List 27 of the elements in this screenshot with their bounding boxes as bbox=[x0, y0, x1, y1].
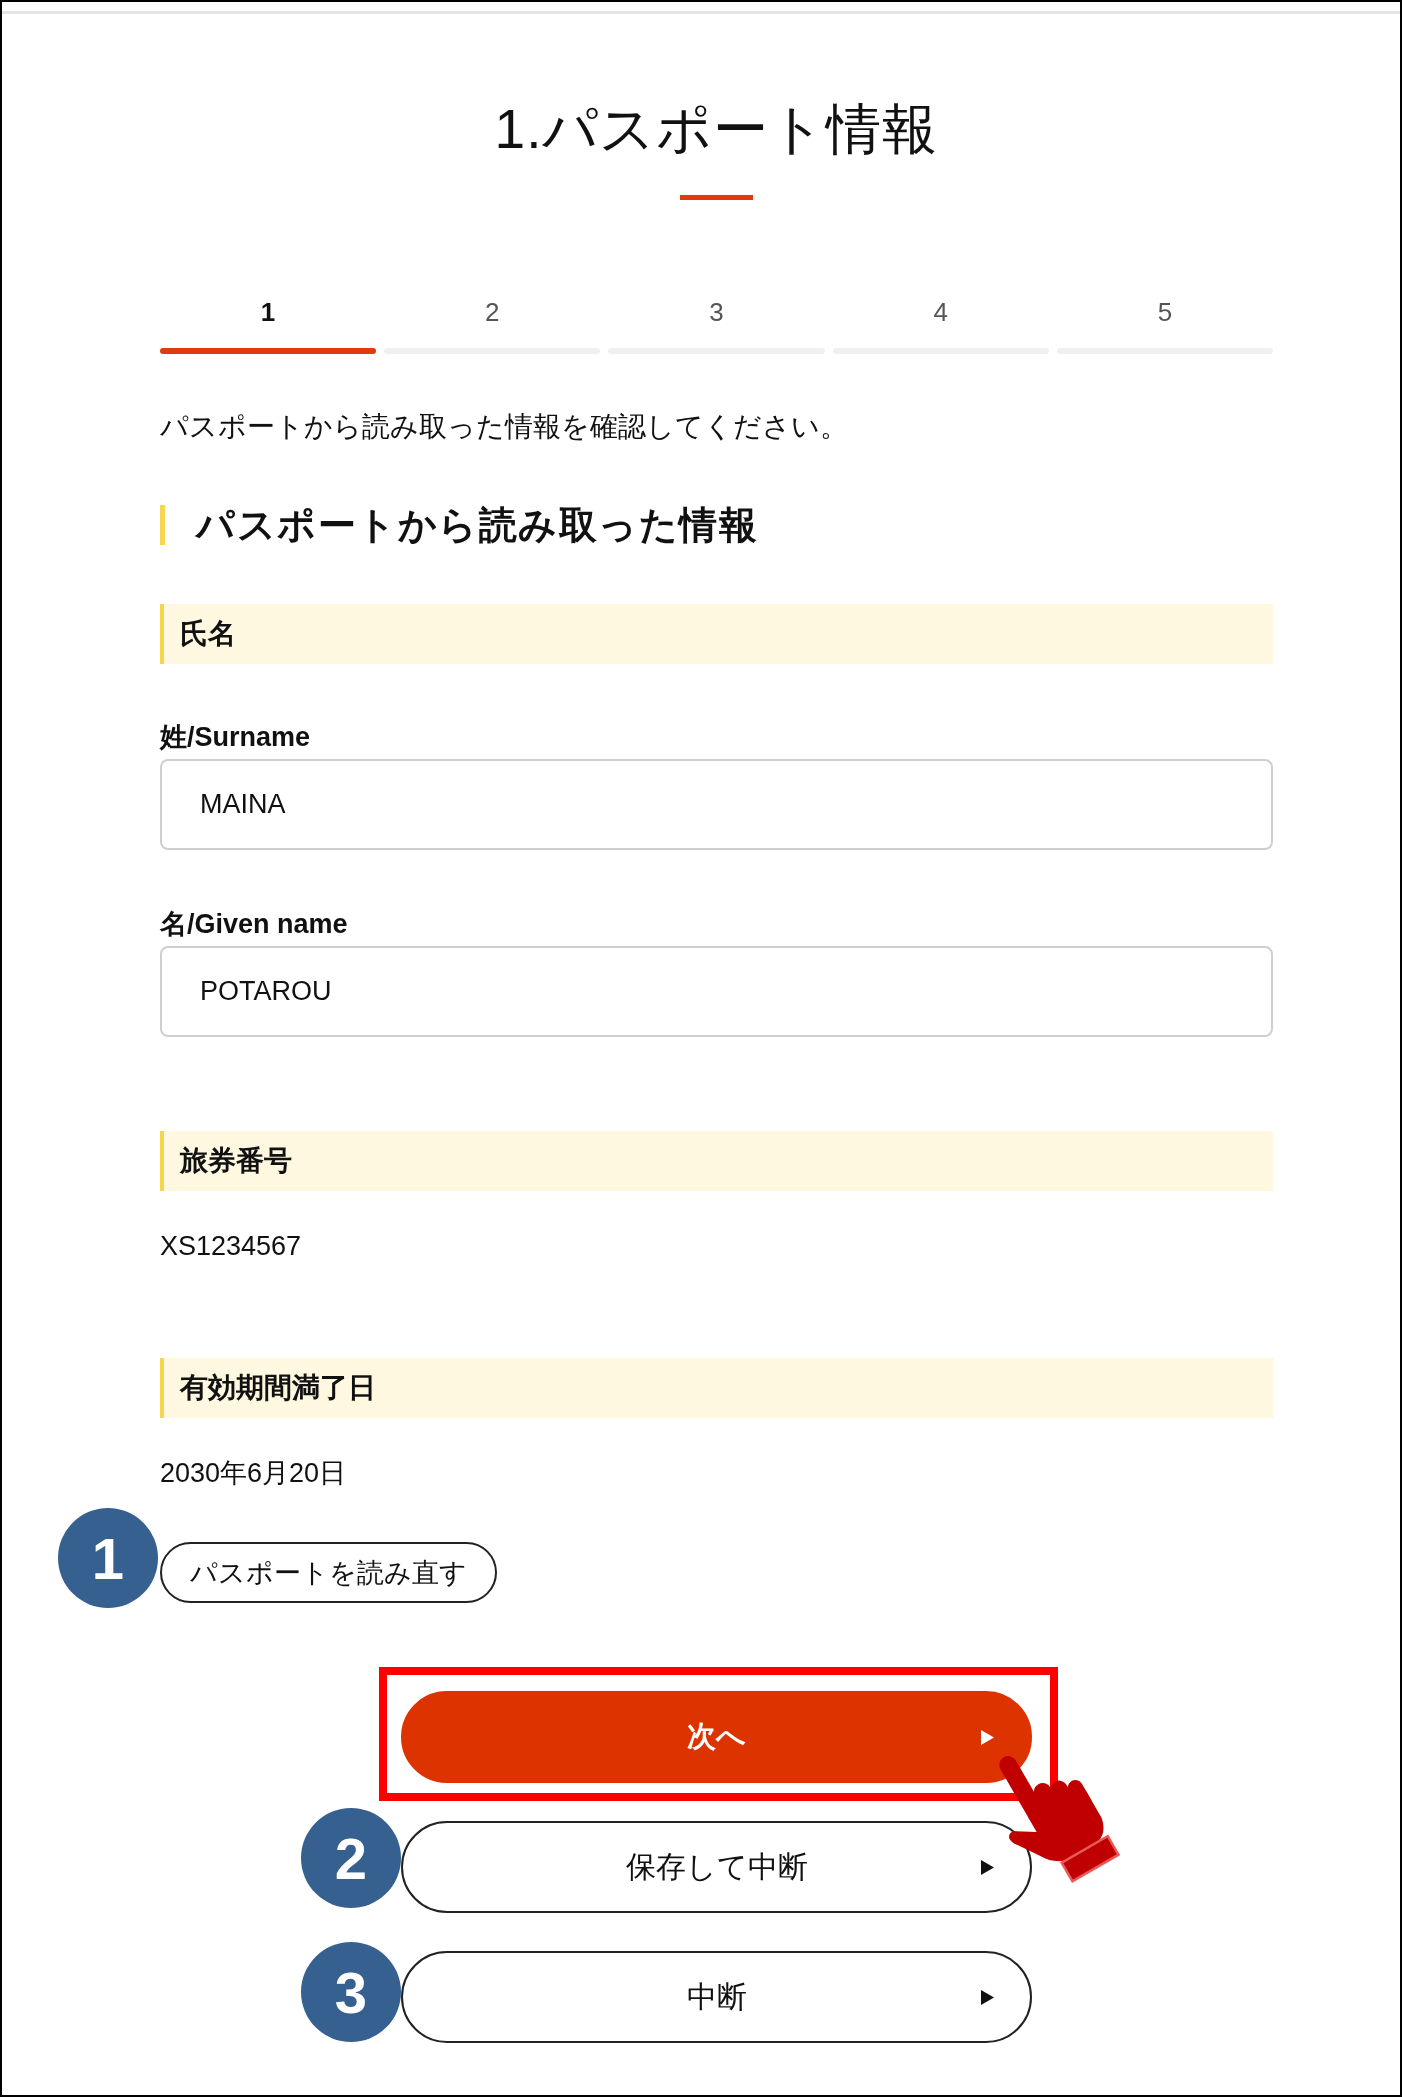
group-heading: 旅券番号 bbox=[160, 1131, 1273, 1191]
text-field[interactable]: MAINA bbox=[160, 759, 1273, 850]
caret-right-icon bbox=[981, 1859, 994, 1875]
group-heading: 有効期間満了日 bbox=[160, 1358, 1273, 1418]
progress-step: 5 bbox=[1056, 294, 1273, 354]
field-label: 名/Given name bbox=[160, 908, 349, 941]
progress-step: 2 bbox=[384, 294, 601, 354]
next-button[interactable]: 次へ bbox=[401, 1691, 1032, 1783]
reread-passport-button[interactable]: パスポートを読み直す bbox=[160, 1542, 497, 1603]
progress-step: 3 bbox=[608, 294, 825, 354]
progress-step: 1 bbox=[160, 294, 377, 354]
field-label: 姓/Surname bbox=[160, 721, 312, 754]
callout-number: 3 bbox=[301, 1942, 401, 2042]
page-title: 1.パスポート情報 bbox=[494, 97, 939, 162]
group-heading: 氏名 bbox=[160, 604, 1273, 664]
suspend-button[interactable]: 中断 bbox=[401, 1951, 1032, 2043]
caret-right-icon bbox=[981, 1729, 994, 1745]
progress-step: 4 bbox=[832, 294, 1049, 354]
intro-text: パスポートから読み取った情報を確認してください。 bbox=[160, 410, 849, 444]
field-value: XS1234567 bbox=[160, 1230, 303, 1263]
save-and-suspend-button[interactable]: 保存して中断 bbox=[401, 1821, 1032, 1913]
caret-right-icon bbox=[981, 1989, 994, 2005]
callout-number: 1 bbox=[58, 1508, 158, 1608]
text-field[interactable]: POTAROU bbox=[160, 946, 1273, 1037]
callout-number: 2 bbox=[301, 1808, 401, 1908]
section-heading: パスポートから読み取った情報 bbox=[160, 505, 1273, 545]
field-value: 2030年6月20日 bbox=[160, 1457, 348, 1490]
